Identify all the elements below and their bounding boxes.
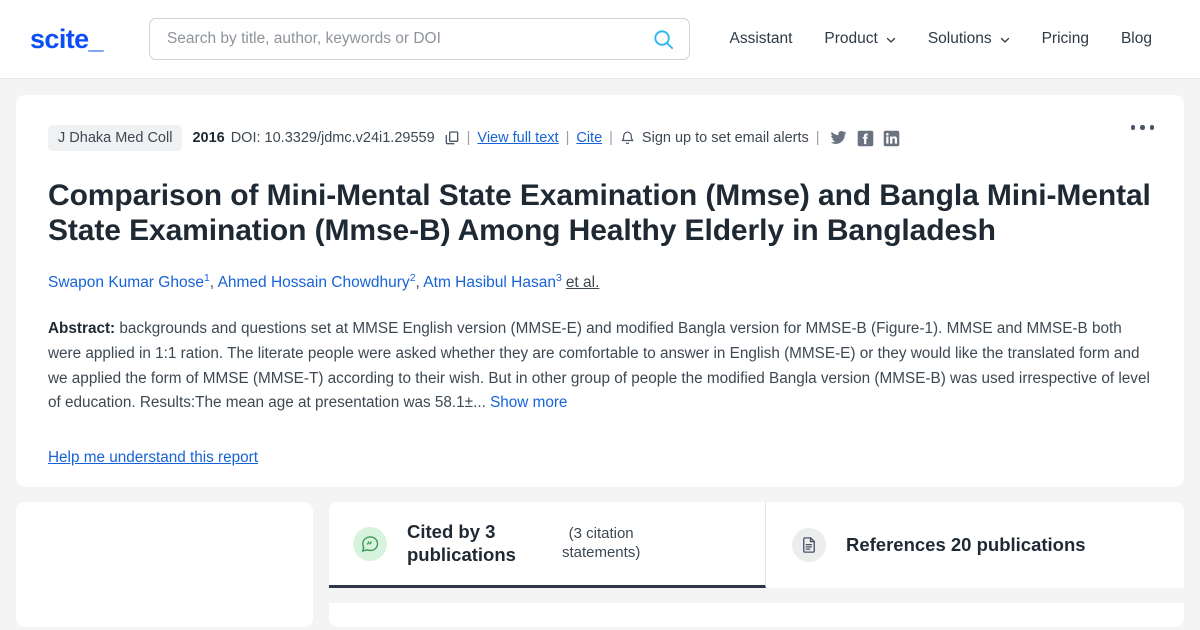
author-name: Swapon Kumar Ghose <box>48 274 204 292</box>
tab-cited-by-sublabel: (3 citation statements) <box>561 524 641 561</box>
abstract-section: Abstract: backgrounds and questions set … <box>48 317 1152 416</box>
email-alerts-button[interactable]: Sign up to set email alerts <box>620 130 809 146</box>
quote-bubble-icon <box>353 526 387 561</box>
copy-icon[interactable] <box>444 130 460 146</box>
tabs-column: Cited by 3 publications (3 citation stat… <box>329 502 1184 627</box>
help-understand-report-link[interactable]: Help me understand this report <box>48 449 258 467</box>
email-alerts-label: Sign up to set email alerts <box>641 130 809 146</box>
nav-label-pricing: Pricing <box>1041 30 1089 47</box>
search-input[interactable] <box>166 30 652 48</box>
page-body: J Dhaka Med Coll 2016 DOI: 10.3329/jdmc.… <box>0 79 1200 630</box>
site-header: scite_ Assistant Product Solutions <box>0 0 1200 79</box>
publication-year: 2016 <box>192 130 225 146</box>
chevron-down-icon <box>885 34 896 45</box>
page-title: Comparison of Mini-Mental State Examinat… <box>48 179 1151 248</box>
facebook-icon[interactable] <box>857 130 874 147</box>
nav-item-solutions[interactable]: Solutions <box>912 22 1026 56</box>
nav-item-pricing[interactable]: Pricing <box>1026 22 1105 56</box>
meta-separator: | <box>565 130 570 146</box>
author-name: Atm Hasibul Hasan <box>423 274 556 292</box>
search-bar[interactable] <box>148 18 690 60</box>
cite-link[interactable]: Cite <box>576 130 602 146</box>
author-name: Ahmed Hossain Chowdhury <box>217 274 410 292</box>
bell-icon <box>620 130 635 146</box>
dot <box>1140 125 1145 130</box>
nav-label-product: Product <box>824 30 878 47</box>
nav-item-assistant[interactable]: Assistant <box>714 22 809 56</box>
author-affiliation-marker: 3 <box>555 272 562 285</box>
dot <box>1149 125 1154 130</box>
show-more-link[interactable]: Show more <box>490 394 567 411</box>
nav-item-product[interactable]: Product <box>808 22 911 56</box>
author-link[interactable]: Atm Hasibul Hasan3 <box>423 272 562 292</box>
abstract-label: Abstract: <box>48 320 116 338</box>
meta-separator: | <box>466 130 471 146</box>
paper-meta-row: J Dhaka Med Coll 2016 DOI: 10.3329/jdmc.… <box>48 125 1152 151</box>
meta-separator: | <box>815 130 820 146</box>
author-link[interactable]: Ahmed Hossain Chowdhury2 <box>217 272 416 292</box>
scite-logo[interactable]: scite_ <box>30 25 104 53</box>
tab-references-label: References 20 publications <box>846 533 1086 555</box>
document-icon <box>792 528 826 562</box>
paper-card: J Dhaka Med Coll 2016 DOI: 10.3329/jdmc.… <box>16 95 1184 487</box>
author-list: Swapon Kumar Ghose1, Ahmed Hossain Chowd… <box>48 271 1152 294</box>
social-share-group <box>829 130 900 147</box>
author-link[interactable]: Swapon Kumar Ghose1 <box>48 272 210 292</box>
tab-references[interactable]: References 20 publications <box>766 502 1184 588</box>
author-separator: , <box>209 274 218 292</box>
et-al-link[interactable]: et al. <box>566 274 600 291</box>
sidebar-panel <box>16 502 313 627</box>
publication-tabs: Cited by 3 publications (3 citation stat… <box>329 502 1184 588</box>
linkedin-icon[interactable] <box>883 130 900 147</box>
nav-label-solutions: Solutions <box>927 30 992 47</box>
nav-label-blog: Blog <box>1120 30 1152 47</box>
more-options-icon[interactable] <box>1127 121 1159 134</box>
bottom-section: Cited by 3 publications (3 citation stat… <box>16 502 1184 627</box>
doi-text: DOI: 10.3329/jdmc.v24i1.29559 <box>230 130 435 146</box>
search-icon[interactable] <box>652 28 675 51</box>
dot <box>1130 125 1135 130</box>
tab-content-panel <box>329 603 1184 627</box>
tab-cited-by[interactable]: Cited by 3 publications (3 citation stat… <box>329 502 766 588</box>
chevron-down-icon <box>999 34 1010 45</box>
view-full-text-link[interactable]: View full text <box>477 130 558 146</box>
abstract-text: backgrounds and questions set at MMSE En… <box>48 320 1150 412</box>
meta-separator: | <box>609 130 613 146</box>
tab-cited-by-label: Cited by 3 publications <box>407 520 516 565</box>
nav-label-assistant: Assistant <box>729 30 793 47</box>
main-nav: Assistant Product Solutions Pricing Blog <box>714 22 1169 56</box>
journal-badge[interactable]: J Dhaka Med Coll <box>48 125 183 151</box>
nav-item-blog[interactable]: Blog <box>1105 22 1168 56</box>
twitter-icon[interactable] <box>829 130 848 147</box>
